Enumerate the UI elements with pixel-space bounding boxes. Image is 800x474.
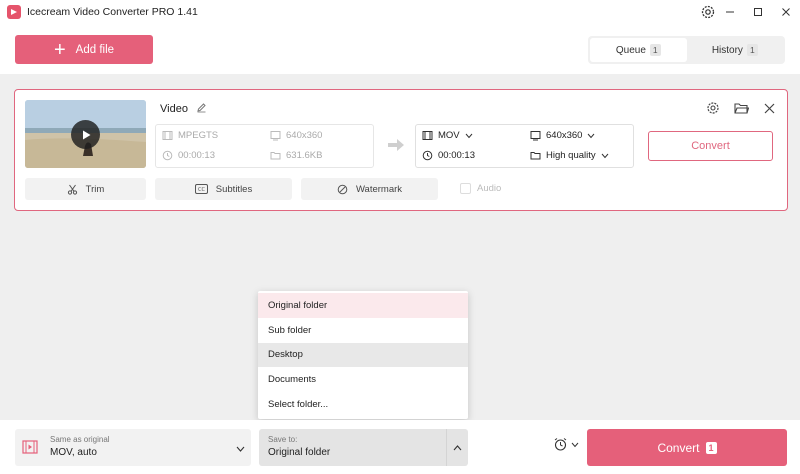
output-format-preset-select[interactable]: Same as original MOV, auto: [15, 429, 251, 466]
app-logo-icon: [7, 5, 21, 19]
queue-count-badge: 1: [649, 44, 661, 56]
audio-checkbox[interactable]: [460, 183, 471, 194]
tab-queue[interactable]: Queue 1: [590, 38, 687, 62]
source-info-box: MPEGTS 640x360 00:00:13 631.6KB: [155, 124, 374, 168]
folder-icon: [270, 152, 281, 160]
output-quality-select[interactable]: High quality: [530, 150, 609, 161]
video-title: Video: [160, 103, 188, 115]
window-title: Icecream Video Converter PRO 1.41: [27, 6, 198, 18]
output-duration: 00:00:13: [422, 150, 475, 161]
dropdown-item-desktop[interactable]: Desktop: [258, 342, 468, 368]
clock-icon: [422, 150, 433, 161]
bottom-bar: Same as original MOV, auto Save to: Orig…: [0, 420, 800, 474]
add-file-button[interactable]: + Add file: [15, 35, 153, 64]
close-window-button[interactable]: [772, 0, 800, 24]
output-format-select[interactable]: MOV: [422, 130, 473, 141]
chevron-down-icon: [601, 153, 609, 158]
resolution-icon: [270, 131, 281, 141]
toolbar: + Add file Queue 1 History 1: [0, 24, 800, 74]
dropdown-item-documents[interactable]: Documents: [258, 367, 468, 392]
queue-item-card: Video MPEGTS 640x360 00:00:13 631.6KB MO…: [14, 89, 788, 211]
open-folder-icon[interactable]: [733, 100, 749, 116]
folder-icon: [530, 152, 541, 160]
item-actions: [705, 100, 777, 116]
chevron-down-icon: [571, 442, 579, 447]
source-resolution: 640x360: [270, 130, 322, 141]
add-file-label: Add file: [75, 43, 115, 56]
edit-title-pencil-icon[interactable]: [196, 102, 207, 116]
subtitles-button[interactable]: CC Subtitles: [155, 178, 292, 200]
tab-history-label: History: [711, 44, 743, 56]
tab-history[interactable]: History 1: [687, 38, 784, 62]
save-to-dropdown-menu: Original folder Sub folder Desktop Docum…: [258, 291, 468, 419]
save-to-value: Original folder: [268, 447, 331, 458]
resolution-icon: [530, 131, 541, 141]
tab-queue-label: Queue: [615, 44, 646, 56]
chevron-down-icon: [236, 443, 245, 455]
subtitles-cc-icon: CC: [194, 184, 208, 194]
watermark-button[interactable]: Watermark: [301, 178, 438, 200]
chevron-down-icon: [465, 133, 473, 138]
clock-icon: [162, 150, 173, 161]
schedule-alarm-button[interactable]: [553, 437, 579, 452]
video-title-row: Video: [160, 102, 207, 116]
queue-history-tabs: Queue 1 History 1: [588, 36, 785, 64]
output-settings-box: MOV 640x360 00:00:13 High quality: [415, 124, 634, 168]
watermark-icon: [337, 184, 348, 194]
trim-button[interactable]: Trim: [25, 178, 146, 200]
convert-item-button[interactable]: Convert: [648, 131, 773, 161]
save-to-label: Save to:: [268, 435, 298, 444]
chevron-down-icon: [588, 133, 595, 138]
film-icon: [162, 131, 173, 140]
convert-count-badge: 1: [705, 441, 717, 454]
dropdown-item-original-folder[interactable]: Original folder: [258, 293, 468, 318]
title-bar: Icecream Video Converter PRO 1.41: [0, 0, 800, 24]
chevron-up-icon[interactable]: [446, 429, 468, 466]
source-format: MPEGTS: [162, 130, 218, 141]
dropdown-item-sub-folder[interactable]: Sub folder: [258, 318, 468, 343]
output-resolution-select[interactable]: 640x360: [530, 130, 595, 141]
save-to-select[interactable]: Save to: Original folder: [259, 429, 468, 466]
format-preset-value: MOV, auto: [50, 447, 97, 458]
play-button[interactable]: [71, 120, 100, 149]
settings-gear-icon[interactable]: [700, 4, 716, 20]
convert-all-label: Convert: [657, 440, 700, 455]
remove-item-close-icon[interactable]: [761, 100, 777, 116]
convert-all-button[interactable]: Convert 1: [587, 429, 787, 466]
history-count-badge: 1: [746, 44, 758, 56]
minimize-button[interactable]: [716, 0, 744, 24]
maximize-button[interactable]: [744, 0, 772, 24]
film-strip-icon: [22, 439, 38, 458]
source-size: 631.6KB: [270, 150, 322, 161]
plus-icon: +: [53, 38, 66, 61]
source-duration: 00:00:13: [162, 150, 215, 161]
alarm-clock-icon: [554, 438, 567, 451]
dropdown-item-select-folder[interactable]: Select folder...: [258, 392, 468, 417]
scissors-icon: [67, 184, 77, 195]
video-thumbnail[interactable]: [25, 100, 146, 168]
arrow-right-icon: [387, 138, 405, 155]
audio-toggle[interactable]: Audio: [460, 183, 501, 194]
item-settings-gear-icon[interactable]: [705, 100, 721, 116]
format-preset-label: Same as original: [50, 435, 110, 444]
svg-text:CC: CC: [198, 187, 205, 193]
film-icon: [422, 131, 433, 140]
